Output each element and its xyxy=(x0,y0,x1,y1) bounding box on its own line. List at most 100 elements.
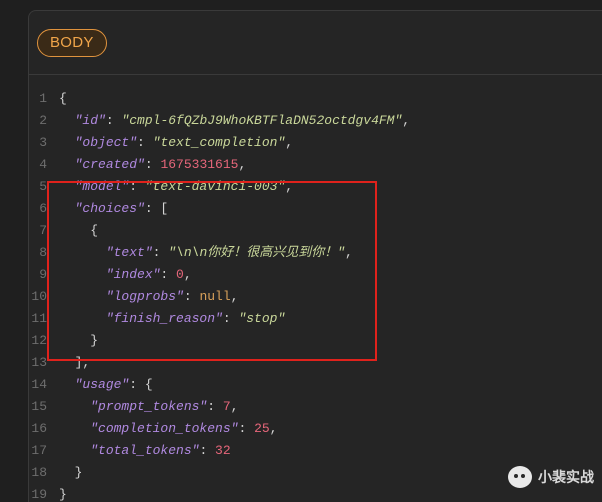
line-number: 1 xyxy=(39,91,47,106)
code-token: "usage" xyxy=(74,377,130,392)
code-token: "created" xyxy=(74,157,145,172)
code-token: : xyxy=(199,443,216,458)
code-line: 17 "total_tokens": 32 xyxy=(29,440,602,462)
code-token: "text-davinci-003" xyxy=(144,179,286,194)
code-text: "usage": { xyxy=(59,374,153,396)
code-line: 7 { xyxy=(29,220,602,242)
line-number: 4 xyxy=(39,157,47,172)
line-number: 3 xyxy=(39,135,47,150)
line-number: 17 xyxy=(31,443,47,458)
body-badge[interactable]: BODY xyxy=(37,29,107,57)
code-line: 6 "choices": [ xyxy=(29,198,602,220)
code-token: { xyxy=(59,91,67,106)
line-number: 13 xyxy=(31,355,47,370)
code-line: 16 "completion_tokens": 25, xyxy=(29,418,602,440)
code-token: : { xyxy=(129,377,153,392)
code-token: , xyxy=(230,399,239,414)
code-token: "logprobs" xyxy=(105,289,184,304)
code-text: "prompt_tokens": 7, xyxy=(59,396,238,418)
panel-header: BODY xyxy=(29,11,602,75)
code-line: 11 "finish_reason": "stop" xyxy=(29,308,602,330)
line-number: 2 xyxy=(39,113,47,128)
code-token: 25 xyxy=(254,421,270,436)
code-token: : xyxy=(207,399,223,414)
code-text: { xyxy=(59,220,98,242)
code-token: "finish_reason" xyxy=(105,311,223,326)
code-token: , xyxy=(183,267,192,282)
code-token: "completion_tokens" xyxy=(90,421,239,436)
code-token: "stop" xyxy=(238,311,286,326)
code-line: 15 "prompt_tokens": 7, xyxy=(29,396,602,418)
code-token: } xyxy=(59,465,83,480)
code-line: 13 ], xyxy=(29,352,602,374)
code-token: 0 xyxy=(176,267,184,282)
code-token: "text_completion" xyxy=(152,135,286,150)
code-line: 4 "created": 1675331615, xyxy=(29,154,602,176)
code-token: "prompt_tokens" xyxy=(90,399,208,414)
json-code-view: 1{2 "id": "cmpl-6fQZbJ9WhoKBTFlaDN52octd… xyxy=(29,88,602,502)
code-token: : xyxy=(152,245,169,260)
code-token: , xyxy=(345,245,353,260)
code-token: 1675331615 xyxy=(160,157,239,172)
code-token: , xyxy=(269,421,278,436)
code-token: , xyxy=(230,289,239,304)
code-token: "text" xyxy=(105,245,153,260)
code-text: "completion_tokens": 25, xyxy=(59,418,277,440)
code-token: , xyxy=(285,179,294,194)
code-text: "index": 0, xyxy=(59,264,192,286)
code-line: 2 "id": "cmpl-6fQZbJ9WhoKBTFlaDN52octdgv… xyxy=(29,110,602,132)
line-number: 5 xyxy=(39,179,47,194)
code-text: "choices": [ xyxy=(59,198,169,220)
code-text: } xyxy=(59,484,67,502)
line-number: 11 xyxy=(31,311,47,326)
code-token: "total_tokens" xyxy=(90,443,200,458)
code-token: 7 xyxy=(222,399,231,414)
code-token: 32 xyxy=(215,443,231,458)
code-token: "id" xyxy=(74,113,106,128)
code-text: { xyxy=(59,88,67,110)
code-text: "text": "\n\n你好！很高兴见到你！", xyxy=(59,242,353,264)
code-line: 10 "logprobs": null, xyxy=(29,286,602,308)
code-token: null xyxy=(199,289,231,304)
code-token: "object" xyxy=(74,135,138,150)
code-token: : xyxy=(222,311,239,326)
code-token: ], xyxy=(59,355,91,370)
code-token: } xyxy=(59,333,99,348)
code-token: , xyxy=(285,135,294,150)
line-number: 15 xyxy=(31,399,47,414)
code-line: 8 "text": "\n\n你好！很高兴见到你！", xyxy=(29,242,602,264)
code-line: 12 } xyxy=(29,330,602,352)
code-text: } xyxy=(59,462,83,484)
code-text: "logprobs": null, xyxy=(59,286,239,308)
line-number: 16 xyxy=(31,421,47,436)
code-token: } xyxy=(59,487,67,502)
wechat-icon xyxy=(508,466,532,488)
code-line: 9 "index": 0, xyxy=(29,264,602,286)
line-number: 19 xyxy=(31,487,47,502)
code-token: "choices" xyxy=(74,201,145,216)
code-token: : xyxy=(144,157,161,172)
code-token: : xyxy=(129,179,145,194)
code-token: : xyxy=(105,113,122,128)
code-token: "cmpl-6fQZbJ9WhoKBTFlaDN52octdgv4FM" xyxy=(121,113,403,128)
code-token: : xyxy=(183,289,200,304)
code-token: : [ xyxy=(144,201,169,216)
code-text: ], xyxy=(59,352,91,374)
code-token: , xyxy=(238,157,247,172)
watermark-text: 小裴实战 xyxy=(538,469,594,485)
code-token: { xyxy=(59,223,99,238)
code-line: 5 "model": "text-davinci-003", xyxy=(29,176,602,198)
code-token: "\n\n你好！很高兴见到你！" xyxy=(168,245,346,260)
code-line: 14 "usage": { xyxy=(29,374,602,396)
code-line: 1{ xyxy=(29,88,602,110)
